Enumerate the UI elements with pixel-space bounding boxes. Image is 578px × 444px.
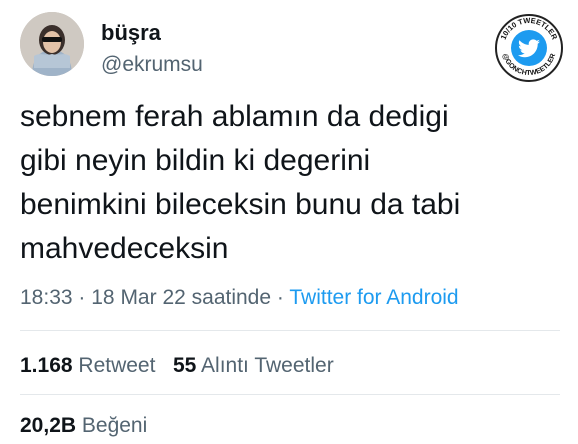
like-stats: 20,2B Beğeni (20, 414, 147, 438)
tweet-meta: 18:33 · 18 Mar 22 saatinde · Twitter for… (20, 286, 459, 310)
divider (20, 394, 560, 395)
tweet-line: sebnem ferah ablamın da dedigi (20, 100, 449, 133)
retweets-link[interactable]: 1.168 Retweet (20, 354, 155, 377)
tweet-date[interactable]: 18 Mar 22 saatinde (91, 286, 271, 309)
tweet-time[interactable]: 18:33 (20, 286, 73, 309)
quotes-link[interactable]: 55 Alıntı Tweetler (173, 354, 334, 377)
avatar[interactable] (20, 12, 84, 76)
retweet-label: Retweet (78, 354, 156, 377)
retweet-quote-stats: 1.168 Retweet 55 Alıntı Tweetler (20, 354, 334, 378)
retweet-count: 1.168 (20, 354, 73, 377)
tweet-source-link[interactable]: Twitter for Android (289, 286, 458, 309)
tweet-text: sebnem ferah ablamın da dedigi gibi neyi… (20, 95, 560, 271)
divider (20, 330, 560, 331)
likes-link[interactable]: 20,2B Beğeni (20, 414, 147, 437)
user-handle[interactable]: @ekrumsu (101, 53, 203, 77)
tweet-line: mahvedeceksin (20, 232, 229, 265)
like-count: 20,2B (20, 414, 77, 437)
like-label: Beğeni (81, 414, 148, 437)
quote-label: Alıntı Tweetler (201, 354, 334, 377)
watermark-badge: 10/10 TWEETLER @GONCHTWEETLER (494, 13, 564, 83)
meta-separator: · (276, 286, 284, 309)
meta-separator: · (78, 286, 86, 309)
tweet-line: benimkini bileceksin bunu da tabi (20, 188, 461, 221)
profile-photo (20, 12, 84, 76)
tweet-line: gibi neyin bildin ki degerini (20, 144, 371, 177)
display-name[interactable]: büşra (101, 20, 161, 46)
quote-count: 55 (172, 354, 197, 377)
